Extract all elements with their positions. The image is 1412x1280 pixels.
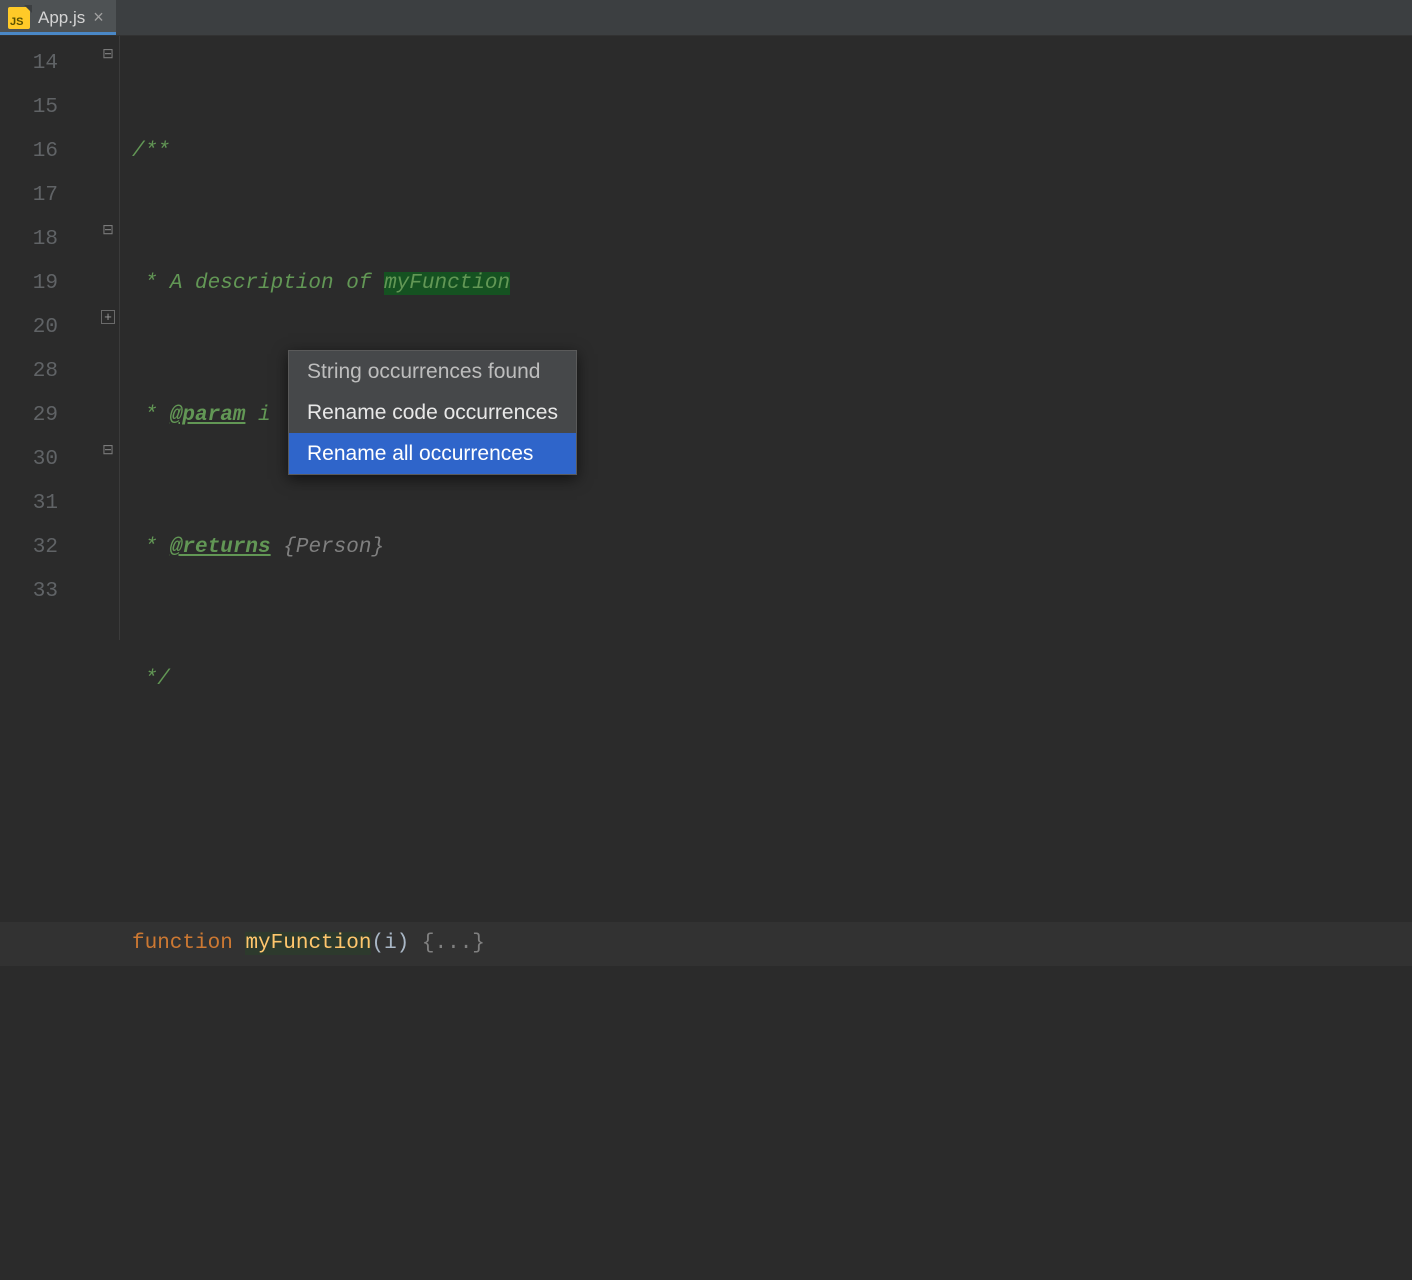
rename-popup: String occurrences found Rename code occ… — [288, 350, 577, 475]
line-number: 14 — [0, 42, 96, 86]
tab-bar: JS App.js × — [0, 0, 1412, 36]
line-number: 16 — [0, 130, 96, 174]
close-tab-icon[interactable]: × — [93, 7, 104, 28]
popup-title: String occurrences found — [289, 351, 576, 392]
line-number: 29 — [0, 394, 96, 438]
jsdoc-close: */ — [132, 668, 170, 691]
line-number: 32 — [0, 526, 96, 570]
jsdoc-param: * @param i — [132, 404, 271, 427]
line-number: 28 — [0, 350, 96, 394]
line-number: 17 — [0, 174, 96, 218]
jsdoc-returns: * @returns {Person} — [132, 536, 384, 559]
params: (i) — [371, 932, 409, 955]
line-number: 30 — [0, 438, 96, 482]
line-number: 20 — [0, 306, 96, 350]
line-number-gutter: 14 15 16 17 18 19 20 28 29 30 31 32 33 — [0, 36, 96, 640]
code-area[interactable]: /** * A description of myFunction * @par… — [96, 36, 1412, 640]
code-editor[interactable]: 14 15 16 17 18 19 20 28 29 30 31 32 33 ⊟… — [0, 36, 1412, 640]
folded-body[interactable]: {...} — [409, 932, 485, 955]
line-number: 18 — [0, 218, 96, 262]
js-file-icon: JS — [8, 7, 30, 29]
jsdoc-line: * A description of myFunction — [132, 272, 510, 295]
line-number: 15 — [0, 86, 96, 130]
jsdoc-open: /** — [132, 140, 170, 163]
file-tab[interactable]: JS App.js × — [0, 0, 116, 35]
function-name[interactable]: myFunction — [245, 932, 371, 955]
line-number: 33 — [0, 570, 96, 614]
rename-all-occurrences[interactable]: Rename all occurrences — [289, 433, 576, 474]
line-number: 19 — [0, 262, 96, 306]
line-number: 31 — [0, 482, 96, 526]
keyword-function: function — [132, 932, 233, 955]
tab-filename: App.js — [38, 8, 85, 28]
rename-code-occurrences[interactable]: Rename code occurrences — [289, 392, 576, 433]
